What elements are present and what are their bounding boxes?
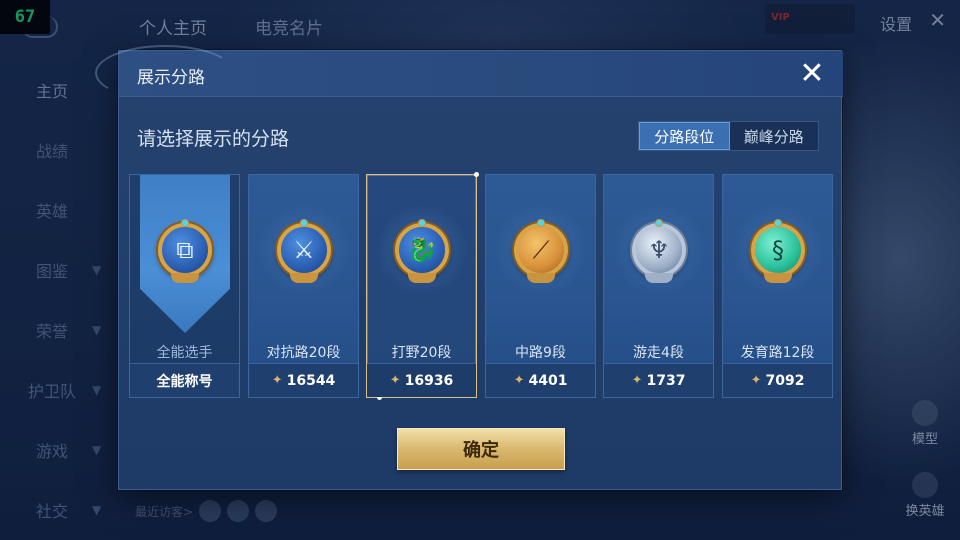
lane-card-label: 发育路12段 <box>740 345 815 361</box>
mid-lane-emblem-icon: ⟋ <box>514 219 568 283</box>
lane-card-points: 16936 <box>404 372 454 389</box>
lane-card-points: 16544 <box>286 372 336 389</box>
lane-card-footer: ✦ 1737 <box>604 363 713 397</box>
all-round-emblem-icon: ⧉ <box>158 219 212 283</box>
close-icon[interactable]: ✕ <box>797 59 827 89</box>
gem-icon <box>537 219 545 227</box>
lane-card-jungle[interactable]: 🐉 打野20段 ✦ 16936 <box>366 172 479 400</box>
gem-icon <box>181 219 189 227</box>
emblem-base <box>290 273 318 283</box>
selection-corner <box>474 172 479 177</box>
lane-card-footer: ✦ 16544 <box>249 363 358 397</box>
lane-card-clash[interactable]: ⚔ 对抗路20段 ✦ 16544 <box>248 174 359 398</box>
lane-display-dialog: 展示分路 ✕ 请选择展示的分路 分路段位 巅峰分路 ⧉ 全能选手 全能称号 ⚔ … <box>95 45 843 490</box>
points-icon: ✦ <box>513 373 525 388</box>
emblem-base <box>645 273 673 283</box>
emblem-base <box>171 273 199 283</box>
lane-card-footer: ✦ 4401 <box>486 363 595 397</box>
lane-card-footer: 全能称号 <box>130 363 239 397</box>
confirm-button[interactable]: 确定 <box>397 428 565 470</box>
roam-emblem-icon: ♆ <box>632 219 686 283</box>
points-icon: ✦ <box>271 373 283 388</box>
points-icon: ✦ <box>389 373 401 388</box>
lane-card-label: 游走4段 <box>633 345 684 361</box>
lane-card-all-round[interactable]: ⧉ 全能选手 全能称号 <box>129 174 240 398</box>
lane-card-points: 7092 <box>765 372 805 389</box>
farm-lane-emblem-icon: § <box>751 219 805 283</box>
gem-icon <box>300 219 308 227</box>
tab-lane-rank[interactable]: 分路段位 <box>639 122 730 150</box>
lane-card-label: 中路9段 <box>515 345 566 361</box>
emblem-base <box>527 273 555 283</box>
lane-card-label: 全能选手 <box>156 345 213 361</box>
points-icon: ✦ <box>631 373 643 388</box>
lane-card-roam[interactable]: ♆ 游走4段 ✦ 1737 <box>603 174 714 398</box>
jungle-emblem-icon: 🐉 <box>395 219 449 283</box>
lane-card-mid[interactable]: ⟋ 中路9段 ✦ 4401 <box>485 174 596 398</box>
clash-lane-emblem-icon: ⚔ <box>277 219 331 283</box>
gem-icon <box>655 219 663 227</box>
dialog-header: 展示分路 ✕ <box>95 45 843 101</box>
lane-card-points: 4401 <box>528 372 568 389</box>
lane-card-footer: ✦ 7092 <box>723 363 832 397</box>
dialog-subtitle: 请选择展示的分路 <box>137 128 290 150</box>
lane-card-label: 对抗路20段 <box>266 345 341 361</box>
gem-icon <box>418 219 426 227</box>
dialog-title: 展示分路 <box>137 68 205 88</box>
emblem-base <box>408 273 436 283</box>
gem-icon <box>774 219 782 227</box>
lane-card-label: 打野20段 <box>391 345 452 361</box>
lane-card-points: 全能称号 <box>156 373 213 390</box>
points-icon: ✦ <box>750 373 762 388</box>
lane-card-points: 1737 <box>646 372 686 389</box>
emblem-base <box>764 273 792 283</box>
lane-card-farm[interactable]: § 发育路12段 ✦ 7092 <box>722 174 833 398</box>
lane-type-toggle: 分路段位 巅峰分路 <box>638 121 819 151</box>
tab-peak-lane[interactable]: 巅峰分路 <box>730 122 819 150</box>
lane-card-footer: ✦ 16936 <box>367 363 476 397</box>
